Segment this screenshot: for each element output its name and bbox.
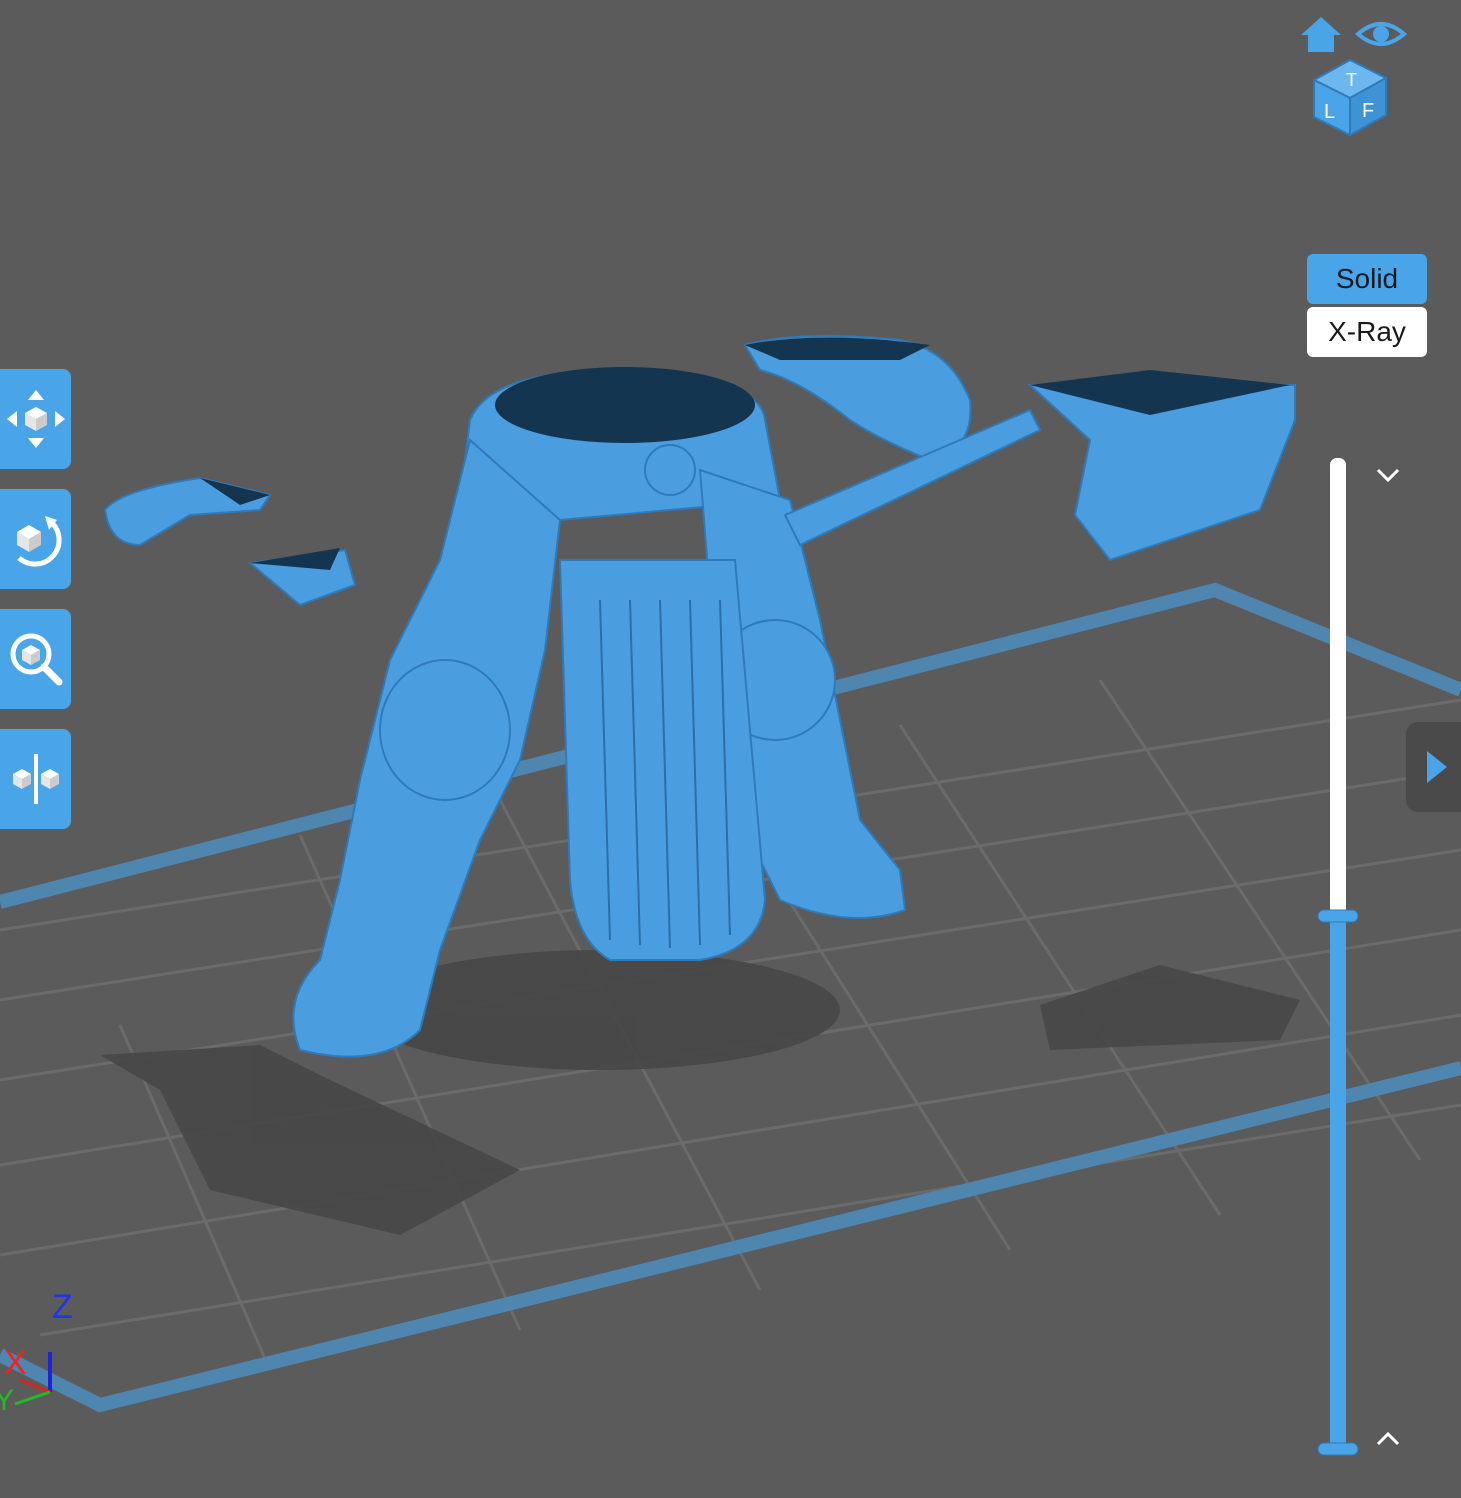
chevron-down-icon[interactable]	[1376, 468, 1400, 483]
move-tool-button[interactable]	[0, 369, 71, 469]
slider-top-handle[interactable]	[1317, 909, 1359, 923]
cube-front-label: F	[1362, 100, 1374, 122]
z-axis-label: Z	[52, 1288, 73, 1326]
home-icon[interactable]	[1301, 17, 1341, 52]
model-shadow	[100, 950, 1300, 1235]
slider-track-upper[interactable]	[1330, 458, 1346, 918]
cube-left-label: L	[1324, 101, 1335, 123]
scale-magnifier-cube-icon	[10, 633, 62, 686]
scale-tool-button[interactable]	[0, 609, 71, 709]
3d-viewport[interactable]	[0, 0, 1461, 1498]
axis-gizmo: Z X Y	[0, 1282, 100, 1417]
move-arrows-cube-icon	[6, 390, 65, 448]
mirror-cubes-icon	[12, 754, 59, 804]
rotate-cube-icon	[16, 516, 62, 567]
view-cube[interactable]: T L F	[1296, 10, 1411, 140]
model-weapon[interactable]	[743, 335, 1296, 562]
xray-mode-button[interactable]: X-Ray	[1307, 307, 1427, 357]
rotate-tool-button[interactable]	[0, 489, 71, 589]
y-axis-line	[14, 1390, 51, 1406]
cube-top-label: T	[1346, 70, 1357, 90]
layer-slider[interactable]	[1317, 458, 1418, 1458]
triangle-right-icon	[1427, 751, 1447, 783]
mirror-tool-button[interactable]	[0, 729, 71, 829]
solid-mode-button[interactable]: Solid	[1307, 254, 1427, 304]
model-fragment-arm[interactable]	[103, 476, 357, 607]
slider-track-filled[interactable]	[1330, 913, 1346, 1448]
slider-bottom-handle[interactable]	[1317, 1442, 1359, 1456]
orientation-cube[interactable]: T L F	[1311, 58, 1389, 137]
side-panel-expand-tab[interactable]	[1406, 722, 1461, 812]
eye-icon[interactable]	[1354, 22, 1408, 46]
chevron-up-icon[interactable]	[1376, 1431, 1400, 1446]
x-axis-label: X	[4, 1344, 27, 1382]
y-axis-label: Y	[0, 1384, 14, 1412]
